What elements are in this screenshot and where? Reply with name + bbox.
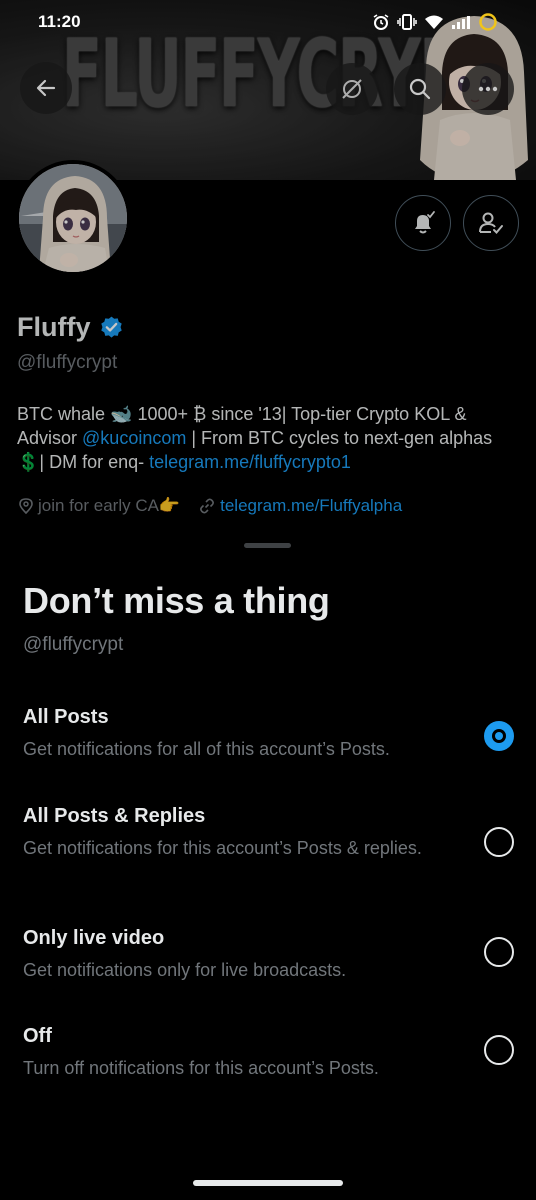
- status-time: 11:20: [38, 12, 81, 31]
- option-title: All Posts: [23, 706, 109, 728]
- option-title: All Posts & Replies: [23, 805, 206, 827]
- option-description: Turn off notifications for this account’…: [23, 1058, 379, 1078]
- option-off[interactable]: Off Turn off notifications for this acco…: [0, 1025, 536, 1105]
- option-only-live-video[interactable]: Only live video Get notifications only f…: [0, 927, 536, 1007]
- battery-icon: [479, 13, 497, 31]
- radio-only-live-video[interactable]: [484, 937, 514, 967]
- option-all-posts[interactable]: All Posts Get notifications for all of t…: [0, 706, 536, 786]
- option-title: Only live video: [23, 927, 165, 949]
- status-icons: [372, 12, 498, 32]
- option-description: Get notifications for all of this accoun…: [23, 739, 390, 759]
- radio-all-posts-replies[interactable]: [484, 827, 514, 857]
- radio-all-posts[interactable]: [484, 721, 514, 751]
- home-indicator[interactable]: [193, 1180, 343, 1186]
- notification-bottom-sheet: Don’t miss a thing @fluffycrypt All Post…: [0, 530, 536, 1200]
- status-bar: 11:20: [0, 0, 536, 44]
- option-description: Get notifications only for live broadcas…: [23, 960, 347, 980]
- signal-icon: [452, 16, 470, 29]
- sheet-title: Don’t miss a thing: [23, 580, 330, 621]
- option-description: Get notifications for this account’s Pos…: [23, 838, 422, 858]
- option-all-posts-replies[interactable]: All Posts & Replies Get notifications fo…: [0, 805, 536, 905]
- option-title: Off: [23, 1025, 52, 1047]
- wifi-icon: [425, 15, 443, 29]
- vibrate-icon: [397, 14, 417, 30]
- sheet-drag-handle[interactable]: [244, 543, 291, 548]
- radio-off[interactable]: [484, 1035, 514, 1065]
- alarm-icon: [373, 14, 389, 30]
- sheet-backdrop[interactable]: [0, 0, 536, 545]
- sheet-handle: @fluffycrypt: [23, 634, 124, 655]
